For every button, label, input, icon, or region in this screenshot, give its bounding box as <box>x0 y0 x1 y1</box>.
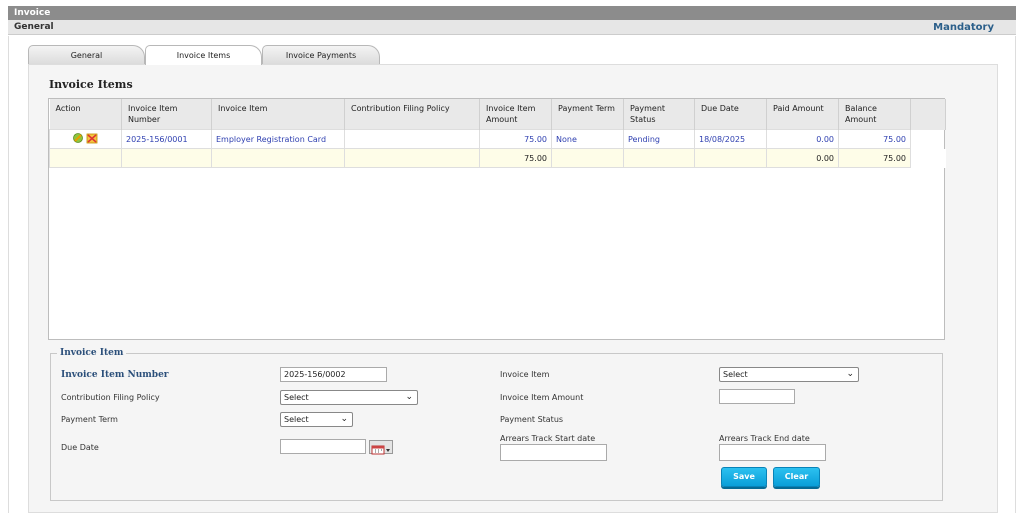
totals-row: 75.00 0.00 75.00 <box>49 148 946 168</box>
clear-button[interactable]: Clear <box>773 467 820 487</box>
item-number-label: Invoice Item Number <box>61 370 169 380</box>
cell-status: Pending <box>623 129 695 149</box>
cell-balance: 75.00 <box>838 129 911 149</box>
sub-header: General Mandatory <box>8 20 1016 35</box>
cell-amount: 75.00 <box>479 129 552 149</box>
col-paid: Paid Amount <box>766 99 839 130</box>
due-date-label: Due Date <box>61 443 99 452</box>
chevron-down-icon: ⌄ <box>340 414 348 424</box>
arrears-end-input[interactable] <box>719 444 826 461</box>
cell-spacer <box>911 130 946 149</box>
window-title: Invoice <box>8 6 1016 20</box>
item-number-input[interactable]: 2025-156/0002 <box>280 367 387 382</box>
col-status: Payment Status <box>623 99 695 130</box>
amount-label: Invoice Item Amount <box>500 393 584 402</box>
save-button[interactable]: Save <box>721 467 767 487</box>
amount-input[interactable] <box>719 389 795 404</box>
section-title: Invoice Items <box>49 78 133 91</box>
arrears-end-label: Arrears Track End date <box>719 434 810 443</box>
term-select[interactable]: Select ⌄ <box>280 412 353 427</box>
col-item-number: Invoice Item Number <box>121 99 212 130</box>
cell-item[interactable]: Employer Registration Card <box>211 129 345 149</box>
total-amount: 75.00 <box>479 148 552 168</box>
sub-header-general: General <box>14 22 54 32</box>
cell-spacer <box>910 148 946 168</box>
total-paid: 0.00 <box>766 148 839 168</box>
total-empty <box>49 148 122 168</box>
edit-icon[interactable] <box>72 133 83 143</box>
total-empty <box>694 148 767 168</box>
total-balance: 75.00 <box>838 148 911 168</box>
total-empty <box>121 148 212 168</box>
mandatory-link[interactable]: Mandatory <box>933 22 994 33</box>
chevron-down-icon: ⌄ <box>405 392 413 402</box>
term-select-value: Select <box>284 415 309 424</box>
col-term: Payment Term <box>551 99 624 130</box>
item-label: Invoice Item <box>500 370 550 379</box>
total-empty <box>344 148 480 168</box>
table-row: 2025-156/0001 Employer Registration Card… <box>49 129 946 149</box>
policy-select-value: Select <box>284 393 309 402</box>
calendar-glyph <box>371 445 390 455</box>
chevron-down-icon: ⌄ <box>846 369 854 379</box>
col-spacer <box>910 99 946 130</box>
col-balance: Balance Amount <box>838 99 911 130</box>
col-action: Action <box>49 99 122 130</box>
term-label: Payment Term <box>61 415 118 424</box>
total-empty <box>551 148 624 168</box>
action-cell <box>49 129 122 149</box>
calendar-icon[interactable] <box>369 440 393 455</box>
table-header-row: Action Invoice Item Number Invoice Item … <box>49 99 946 130</box>
total-empty <box>211 148 345 168</box>
policy-label: Contribution Filing Policy <box>61 393 160 402</box>
tab-general[interactable]: General <box>28 45 145 64</box>
form-legend: Invoice Item <box>60 348 124 358</box>
cell-due: 18/08/2025 <box>694 129 767 149</box>
tab-invoice-items[interactable]: Invoice Items <box>145 45 262 65</box>
cell-term: None <box>551 129 624 149</box>
invoice-items-table: Action Invoice Item Number Invoice Item … <box>49 99 946 168</box>
delete-icon[interactable] <box>86 133 97 144</box>
policy-select[interactable]: Select ⌄ <box>280 390 418 405</box>
status-label: Payment Status <box>500 415 564 424</box>
cell-policy <box>344 129 480 149</box>
col-policy: Contribution Filing Policy <box>344 99 480 130</box>
tab-invoice-payments[interactable]: Invoice Payments <box>262 45 380 64</box>
due-date-input[interactable] <box>280 439 366 454</box>
total-empty <box>623 148 695 168</box>
col-amount: Invoice Item Amount <box>479 99 552 130</box>
item-select[interactable]: Select ⌄ <box>719 367 859 382</box>
arrears-start-input[interactable] <box>500 444 607 461</box>
col-due: Due Date <box>694 99 767 130</box>
col-item: Invoice Item <box>211 99 345 130</box>
row-actions <box>72 133 97 144</box>
cell-paid: 0.00 <box>766 129 839 149</box>
cell-item-number[interactable]: 2025-156/0001 <box>121 129 212 149</box>
item-select-value: Select <box>723 370 748 379</box>
arrears-start-label: Arrears Track Start date <box>500 434 596 443</box>
